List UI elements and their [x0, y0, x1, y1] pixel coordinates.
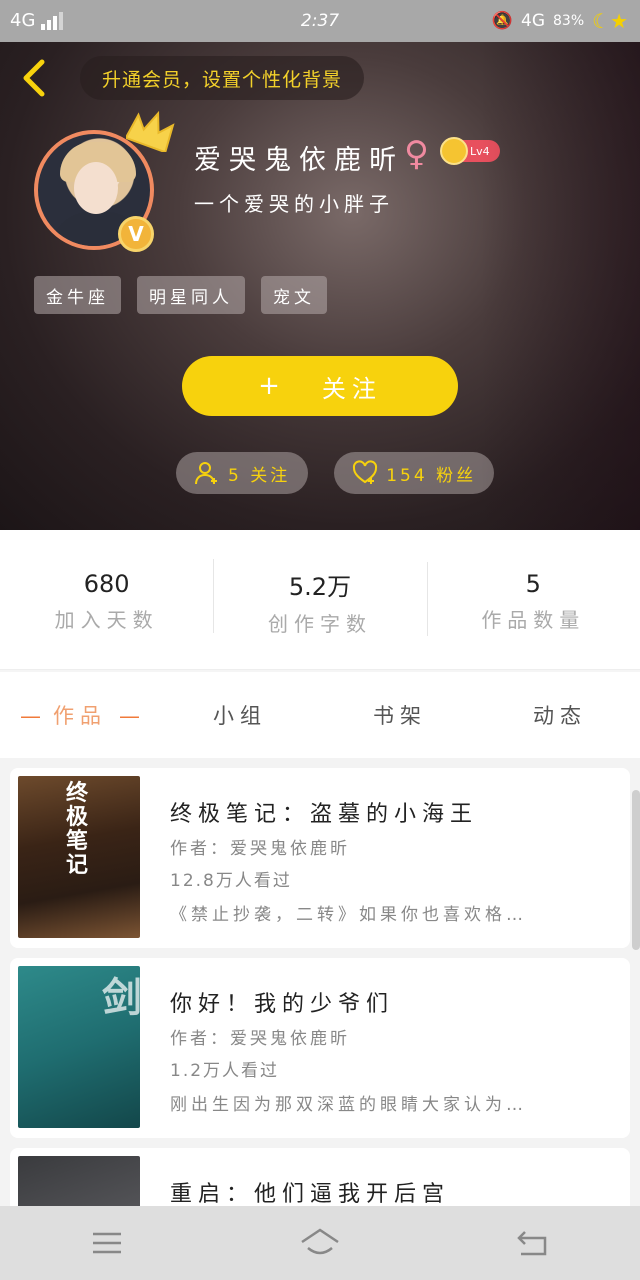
add-user-icon [195, 462, 217, 485]
status-bar: 4G 2:37 🔕 4G 83% ☾★ [0, 0, 640, 42]
tab-bookshelf[interactable]: 书架 [320, 700, 480, 730]
battery-label: 83% [553, 13, 585, 29]
book-cover [18, 1156, 140, 1206]
cover-title: 终极笔记 [66, 781, 89, 878]
fans-label: 154 粉丝 [386, 465, 477, 486]
following-button[interactable]: 5 关注 [176, 452, 309, 494]
back-button[interactable] [14, 56, 58, 100]
crown-dot-icon [440, 137, 468, 165]
book-description: 刚出生因为那双深蓝的眼睛大家认为… [170, 1095, 527, 1115]
mute-bell-icon: 🔕 [491, 11, 514, 31]
scrollbar[interactable] [632, 790, 640, 950]
level-label: Lv4 [470, 144, 490, 158]
stat-value: 5 [525, 570, 541, 598]
plus-icon: + [258, 371, 286, 401]
stats-row: 680 加入天数 5.2万 创作字数 5 作品数量 [0, 530, 640, 670]
return-button[interactable] [503, 1218, 563, 1268]
book-cover: 终极笔记 [18, 776, 140, 938]
fans-button[interactable]: 154 粉丝 [334, 452, 495, 494]
tab-groups[interactable]: 小组 [160, 700, 320, 730]
book-cover: 剑 [18, 966, 140, 1128]
book-title: 重启：他们逼我开后宫 [170, 1182, 451, 1206]
tag-genre[interactable]: 明星同人 [137, 276, 245, 314]
female-icon: ♀ [404, 134, 429, 174]
tab-works[interactable]: 作品 [0, 700, 160, 730]
list-item[interactable]: 重启：他们逼我开后宫 [10, 1148, 630, 1206]
network-label-right: 4G [521, 11, 546, 31]
stat-label: 作品数量 [481, 608, 586, 632]
tag-zodiac[interactable]: 金牛座 [34, 276, 121, 314]
stat-works: 5 作品数量 [426, 562, 640, 636]
home-icon [301, 1228, 339, 1255]
social-stats: 5 关注 154 粉丝 [176, 452, 495, 494]
following-label: 5 关注 [228, 465, 291, 486]
book-views: 12.8万人看过 [170, 871, 292, 891]
tab-bar: 作品 小组 书架 动态 [0, 672, 640, 758]
tag-list: 金牛座 明星同人 宠文 [34, 276, 327, 314]
book-title: 终极笔记：盗墓的小海王 [170, 802, 479, 827]
status-right: 🔕 4G 83% ☾★ [492, 9, 628, 33]
menu-icon [92, 1232, 121, 1254]
profile-header: 升通会员，设置个性化背景 V 爱哭鬼依鹿昕 ♀ Lv4 一个爱哭的小胖子 金牛座… [0, 42, 640, 530]
stat-label: 创作字数 [267, 611, 372, 636]
level-badge: Lv4 [440, 137, 500, 165]
chevron-left-icon [23, 59, 45, 97]
username: 爱哭鬼依鹿昕 [194, 145, 404, 176]
tag-style[interactable]: 宠文 [261, 276, 327, 314]
book-description: 《禁止抄袭，二转》如果你也喜欢格… [170, 905, 527, 925]
list-item[interactable]: 终极笔记 终极笔记：盗墓的小海王 作者：爱哭鬼依鹿昕 12.8万人看过 《禁止抄… [10, 768, 630, 948]
stat-label: 加入天数 [54, 608, 159, 632]
return-icon [517, 1231, 547, 1256]
stat-days: 680 加入天数 [0, 566, 213, 633]
stat-value: 5.2万 [288, 572, 352, 601]
heart-add-icon [353, 460, 378, 484]
background-upgrade-hint[interactable]: 升通会员，设置个性化背景 [80, 56, 365, 100]
book-title: 你好！我的少爷们 [170, 992, 395, 1017]
home-button[interactable] [290, 1218, 350, 1268]
book-views: 1.2万人看过 [170, 1061, 280, 1081]
system-nav-bar [0, 1206, 640, 1280]
book-author: 作者：爱哭鬼依鹿昕 [170, 1029, 350, 1049]
crown-icon [126, 110, 175, 152]
stat-value: 680 [83, 570, 130, 598]
vip-badge: V [118, 216, 154, 252]
follow-button[interactable]: + 关注 [182, 356, 458, 416]
book-list: 终极笔记 终极笔记：盗墓的小海王 作者：爱哭鬼依鹿昕 12.8万人看过 《禁止抄… [0, 758, 640, 1206]
list-item[interactable]: 剑 你好！我的少爷们 作者：爱哭鬼依鹿昕 1.2万人看过 刚出生因为那双深蓝的眼… [10, 958, 630, 1138]
menu-button[interactable] [77, 1218, 137, 1268]
cover-title: 剑 [102, 975, 140, 1021]
stat-words: 5.2万 创作字数 [213, 558, 426, 637]
moon-battery-icon: ☾★ [592, 9, 628, 33]
tab-activity[interactable]: 动态 [480, 700, 640, 730]
signature: 一个爱哭的小胖子 [194, 192, 394, 216]
book-author: 作者：爱哭鬼依鹿昕 [170, 839, 350, 859]
follow-label: 关注 [321, 374, 382, 403]
